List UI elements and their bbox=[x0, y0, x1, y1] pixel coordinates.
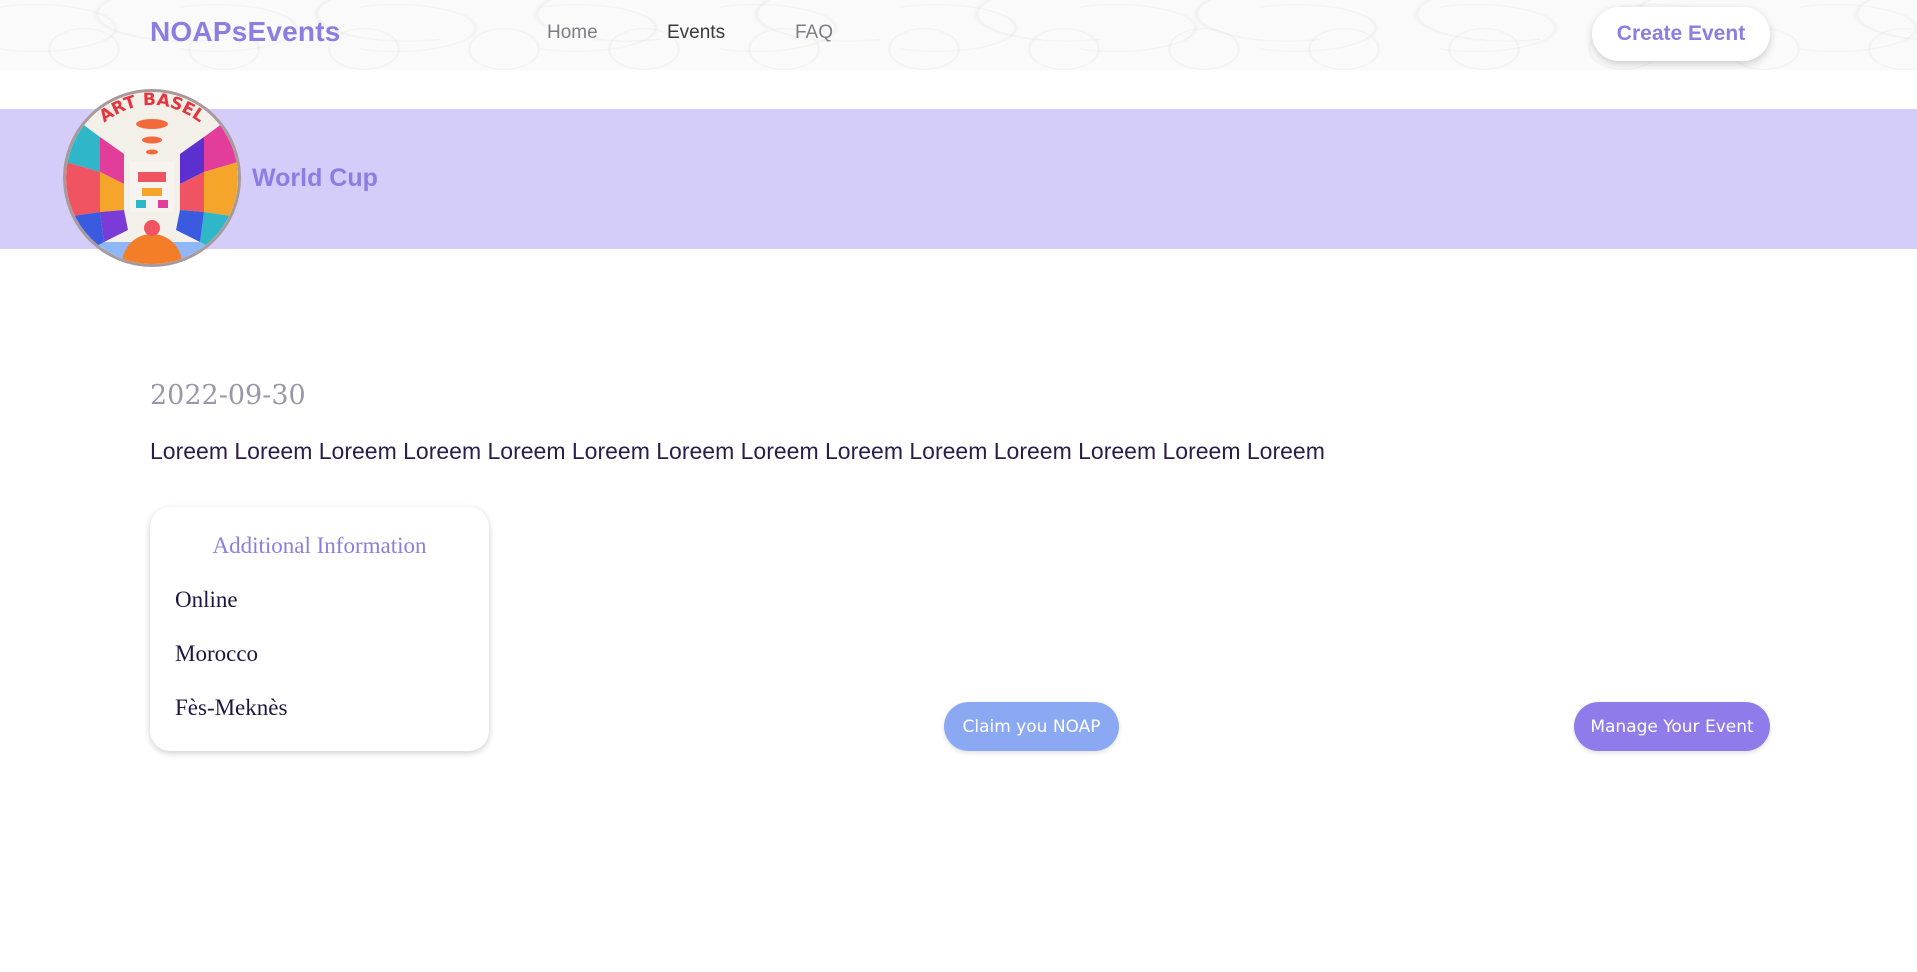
event-description: Loreem Loreem Loreem Loreem Loreem Loree… bbox=[150, 438, 1325, 464]
additional-info-card: Additional Information Online Morocco Fè… bbox=[150, 507, 489, 751]
claim-noap-button[interactable]: Claim you NOAP bbox=[944, 702, 1119, 751]
top-navbar: NOAPsEvents Home Events FAQ Create Event bbox=[0, 0, 1917, 70]
info-item-region: Fès-Meknès bbox=[175, 695, 288, 720]
info-item-format: Online bbox=[175, 587, 238, 612]
manage-event-button[interactable]: Manage Your Event bbox=[1574, 702, 1770, 751]
event-avatar: ART BASEL bbox=[63, 89, 241, 267]
additional-info-title: Additional Information bbox=[212, 533, 427, 558]
nav-events[interactable]: Events bbox=[667, 22, 725, 44]
event-date: 2022-09-30 bbox=[150, 380, 306, 411]
nav-home[interactable]: Home bbox=[547, 22, 598, 44]
page: NOAPsEvents Home Events FAQ Create Event bbox=[0, 0, 1917, 972]
brand-logo[interactable]: NOAPsEvents bbox=[150, 16, 341, 48]
event-avatar-image: ART BASEL bbox=[66, 92, 238, 264]
event-title: World Cup bbox=[252, 164, 378, 192]
nav-faq[interactable]: FAQ bbox=[795, 22, 833, 44]
info-item-country: Morocco bbox=[175, 641, 259, 666]
create-event-button[interactable]: Create Event bbox=[1592, 7, 1770, 61]
